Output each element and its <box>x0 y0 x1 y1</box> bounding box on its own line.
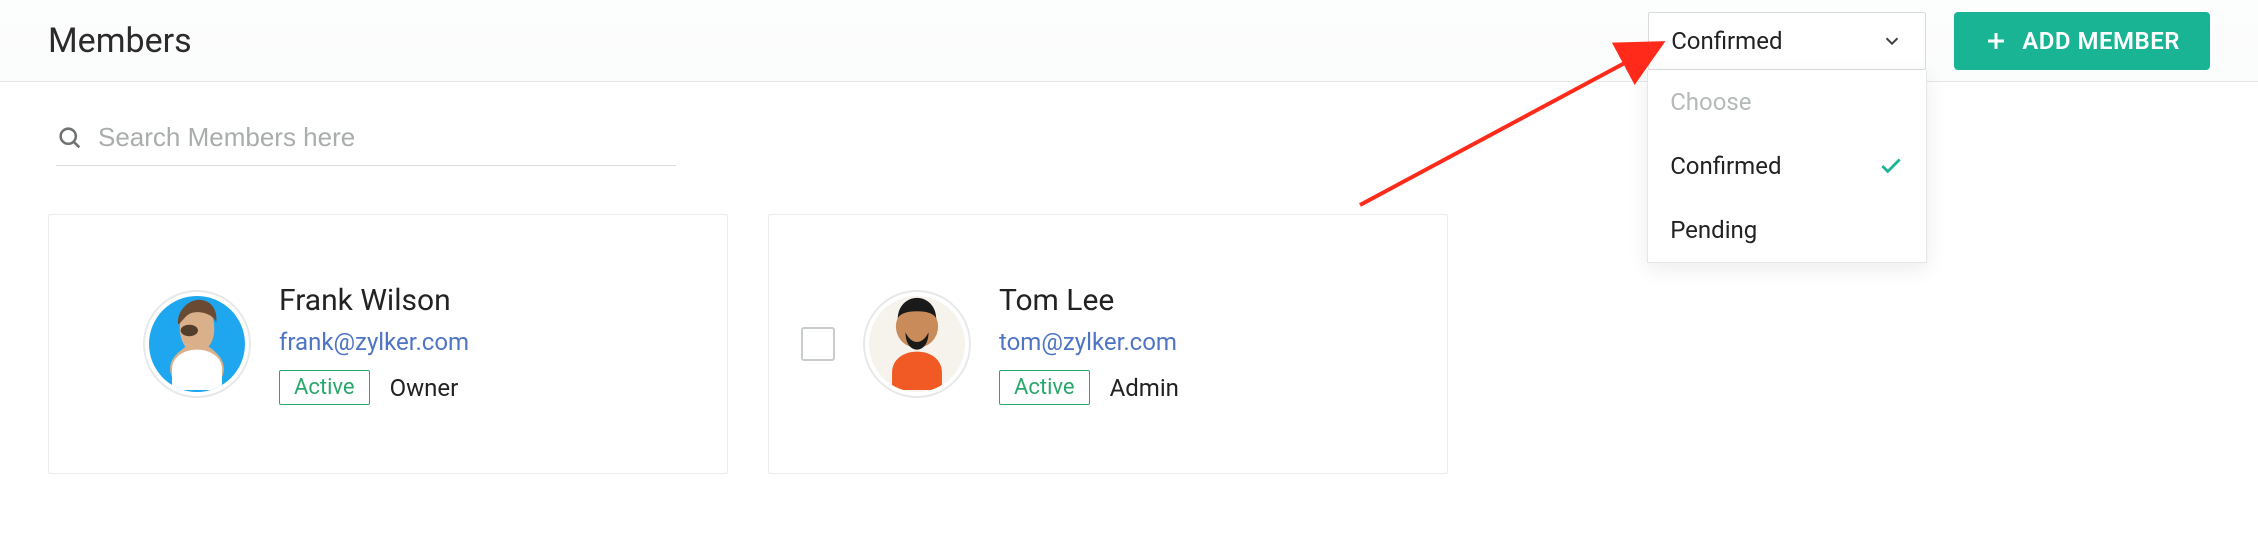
filter-select[interactable]: Confirmed <box>1648 12 1926 70</box>
check-icon <box>1878 153 1904 179</box>
add-member-button[interactable]: ADD MEMBER <box>1954 12 2210 70</box>
search-input[interactable] <box>98 122 676 153</box>
page-title: Members <box>48 21 192 61</box>
filter-dropdown-menu: Choose Confirmed Pending <box>1647 70 1927 263</box>
member-card: Tom Lee tom@zylker.com Active Admin <box>768 214 1448 474</box>
filter-option-placeholder: Choose <box>1648 70 1926 134</box>
search-box[interactable] <box>56 122 676 166</box>
member-role: Owner <box>390 374 459 402</box>
member-email[interactable]: frank@zylker.com <box>279 328 469 356</box>
member-role: Admin <box>1110 374 1179 402</box>
avatar <box>863 290 971 398</box>
avatar <box>143 290 251 398</box>
filter-selected-label: Confirmed <box>1671 27 1782 55</box>
member-card: Frank Wilson frank@zylker.com Active Own… <box>48 214 728 474</box>
plus-icon <box>1984 29 2008 53</box>
chevron-down-icon <box>1881 30 1903 52</box>
add-member-label: ADD MEMBER <box>2022 27 2180 55</box>
member-email[interactable]: tom@zylker.com <box>999 328 1179 356</box>
member-name: Tom Lee <box>999 283 1179 318</box>
status-badge: Active <box>999 370 1090 405</box>
search-icon <box>56 124 84 152</box>
filter-option-confirmed[interactable]: Confirmed <box>1648 134 1926 198</box>
filter-option-pending[interactable]: Pending <box>1648 198 1926 262</box>
status-badge: Active <box>279 370 370 405</box>
page-header: Members Confirmed Choose Confirmed Pendi… <box>0 0 2258 82</box>
member-name: Frank Wilson <box>279 283 469 318</box>
member-checkbox[interactable] <box>801 327 835 361</box>
filter-dropdown: Confirmed Choose Confirmed Pending <box>1648 12 1926 70</box>
